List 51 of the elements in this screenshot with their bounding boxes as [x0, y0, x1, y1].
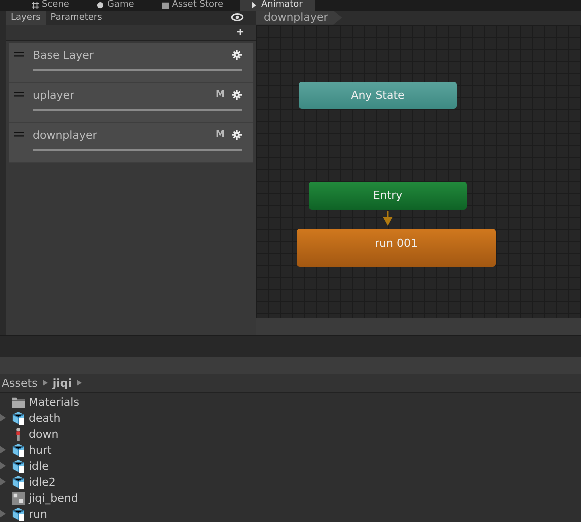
asset-item[interactable]: run	[0, 506, 581, 522]
folder-icon	[12, 396, 25, 409]
expand-arrow-icon[interactable]	[0, 446, 6, 454]
asset-item[interactable]: down	[0, 426, 581, 442]
drag-handle-icon[interactable]	[14, 132, 24, 137]
settings-icon[interactable]	[232, 90, 242, 100]
add-layer-button[interactable]: +	[224, 24, 256, 40]
expand-arrow-icon[interactable]	[0, 478, 6, 486]
grid-icon	[32, 2, 39, 9]
settings-icon[interactable]	[232, 130, 242, 140]
layer-name: uplayer	[33, 88, 76, 102]
editor-tab[interactable]: Scene	[20, 0, 82, 11]
layer-name: downplayer	[33, 128, 98, 142]
weight-slider-fill[interactable]	[33, 68, 242, 71]
editor-tab[interactable]: Game	[85, 0, 146, 11]
mask-indicator: M	[216, 130, 225, 140]
settings-icon[interactable]	[232, 50, 242, 60]
expand-arrow-icon[interactable]	[0, 462, 6, 470]
editor-tab[interactable]: Asset Store	[150, 0, 236, 11]
cube-icon	[12, 476, 25, 489]
path-segment[interactable]: jiqi	[52, 376, 72, 390]
mask-indicator: M	[216, 90, 225, 100]
path-arrow-icon	[42, 380, 48, 386]
cube-icon	[12, 412, 25, 425]
eye-icon[interactable]	[231, 13, 244, 22]
cube-icon	[12, 508, 25, 521]
breadcrumb[interactable]: downplayer	[256, 10, 342, 25]
asset-item[interactable]: idle2	[0, 474, 581, 490]
layer-name: Base Layer	[33, 48, 95, 62]
transition-arrow	[382, 210, 394, 227]
weight-slider-fill[interactable]	[33, 108, 242, 111]
panel-tab[interactable]: Parameters	[46, 10, 108, 25]
expand-arrow-icon[interactable]	[0, 414, 6, 422]
asset-item[interactable]: idle	[0, 458, 581, 474]
editor-tab[interactable]: Animator	[240, 0, 315, 11]
circle-icon	[97, 2, 104, 9]
texture-icon	[12, 492, 25, 505]
entry-node[interactable]: Entry	[309, 182, 467, 210]
panel-tab[interactable]: Layers	[6, 10, 46, 25]
weight-slider-fill[interactable]	[33, 148, 242, 151]
path-arrow-icon	[77, 380, 82, 386]
drag-handle-icon[interactable]	[14, 52, 24, 57]
path-segment[interactable]: Assets	[2, 376, 38, 390]
asset-item[interactable]: death	[0, 410, 581, 426]
drag-handle-icon[interactable]	[14, 92, 24, 97]
cube-icon	[12, 460, 25, 473]
cube-icon	[12, 444, 25, 457]
expand-arrow-icon[interactable]	[0, 510, 6, 518]
asset-item[interactable]: jiqi_bend	[0, 490, 581, 506]
asset-item[interactable]: Materials	[0, 394, 581, 410]
asset-item[interactable]: hurt	[0, 442, 581, 458]
